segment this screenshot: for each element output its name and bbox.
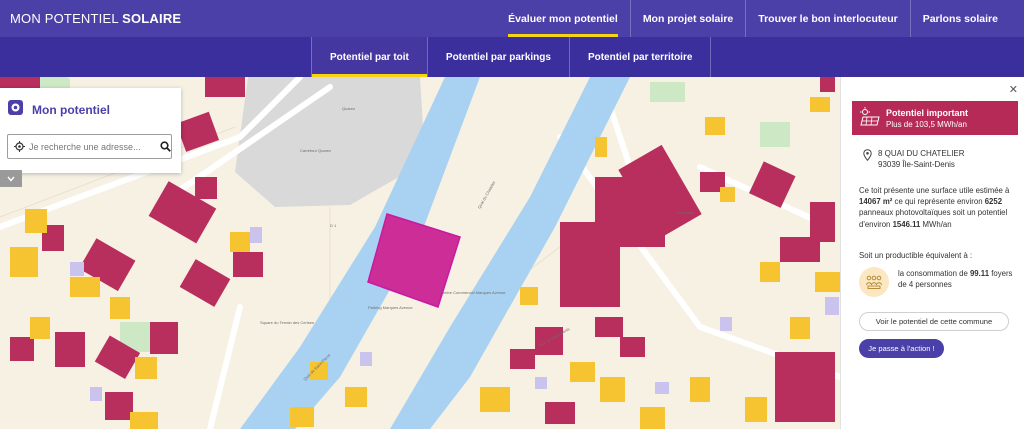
location-pin-icon bbox=[863, 148, 872, 170]
search-icon[interactable] bbox=[160, 141, 171, 152]
map-label-universite: Université bbox=[676, 210, 695, 215]
foyers-value: 99.11 bbox=[969, 269, 990, 278]
map-label-quarez: Quarez bbox=[342, 106, 355, 111]
desc-text-1: Ce toit présente une surface utile estim… bbox=[859, 186, 1010, 195]
brand-light-text: MON POTENTIEL bbox=[10, 11, 119, 26]
panels-value: 6252 bbox=[984, 197, 1003, 207]
main-nav: Évaluer mon potentiel Mon projet solaire… bbox=[496, 0, 1010, 37]
roof-description: Ce toit présente une surface utile estim… bbox=[859, 185, 1017, 230]
search-panel: Mon potentiel bbox=[0, 88, 181, 173]
brand-logo[interactable]: MON POTENTIEL SOLAIRE bbox=[10, 11, 181, 26]
sub-nav-bar: Potentiel par toit Potentiel par parking… bbox=[0, 37, 1024, 77]
nav-projet[interactable]: Mon projet solaire bbox=[631, 0, 747, 37]
potential-banner: Potentiel important Plus de 103,5 MWh/an bbox=[852, 101, 1018, 135]
potential-text: Potentiel important Plus de 103,5 MWh/an bbox=[886, 108, 968, 129]
roof-info-panel: ✕ Potentiel important Plus de 103,5 MWh/… bbox=[840, 77, 1024, 429]
search-box bbox=[7, 134, 172, 159]
potential-logo-icon bbox=[7, 99, 24, 121]
chevron-down-icon bbox=[7, 174, 15, 184]
nav-parlons[interactable]: Parlons solaire bbox=[911, 0, 1010, 37]
equivalent-label: Soit un productible équivalent à : bbox=[859, 251, 973, 260]
address-lines: 8 QUAI DU CHATELIER 93039 Île-Saint-Deni… bbox=[878, 148, 965, 170]
map-label-d1: D 1 bbox=[330, 223, 337, 228]
address-search-input[interactable] bbox=[29, 141, 146, 152]
map-label-square: Square du Terrain des Cerises bbox=[260, 320, 314, 325]
map-label-centre: Centre Commercial Marques Avenue bbox=[440, 290, 506, 295]
address-line-2: 93039 Île-Saint-Denis bbox=[878, 160, 955, 169]
tab-parkings[interactable]: Potentiel par parkings bbox=[426, 37, 569, 77]
map-label-parking: Parking Marques Avenue bbox=[368, 305, 413, 310]
sub-nav: Potentiel par toit Potentiel par parking… bbox=[311, 37, 712, 77]
nav-evaluer[interactable]: Évaluer mon potentiel bbox=[496, 0, 631, 37]
desc-text-2: ce qui représente environ bbox=[892, 197, 985, 207]
potential-title: Potentiel important bbox=[886, 107, 969, 118]
foyer-text-1: la consommation de bbox=[898, 269, 970, 278]
tab-territoire[interactable]: Potentiel par territoire bbox=[568, 37, 712, 77]
brand-bold-text: SOLAIRE bbox=[122, 11, 182, 26]
potential-subtitle: Plus de 103,5 MWh/an bbox=[886, 119, 967, 129]
locate-icon[interactable] bbox=[14, 141, 25, 152]
households-icon bbox=[859, 267, 889, 297]
households-text: la consommation de 99.11 foyers de 4 per… bbox=[898, 269, 1016, 290]
tab-toit[interactable]: Potentiel par toit bbox=[311, 37, 427, 77]
address-block: 8 QUAI DU CHATELIER 93039 Île-Saint-Deni… bbox=[863, 148, 965, 170]
desc-text-4: MWh/an bbox=[920, 219, 952, 229]
commune-potential-button[interactable]: Voir le potentiel de cette commune bbox=[859, 312, 1009, 331]
top-header: MON POTENTIEL SOLAIRE Évaluer mon potent… bbox=[0, 0, 1024, 37]
energy-value: 1546.11 bbox=[892, 219, 921, 229]
surface-value: 14067 m² bbox=[859, 197, 893, 207]
address-line-1: 8 QUAI DU CHATELIER bbox=[878, 149, 965, 158]
nav-interlocuteur[interactable]: Trouver le bon interlocuteur bbox=[746, 0, 911, 37]
close-icon[interactable]: ✕ bbox=[1009, 83, 1018, 96]
map-label-carrefour: Carrefour Quarez bbox=[300, 148, 331, 153]
search-title-row: Mon potentiel bbox=[7, 99, 110, 121]
solar-panel-icon bbox=[852, 107, 886, 129]
search-title: Mon potentiel bbox=[32, 103, 110, 117]
collapse-panel-button[interactable] bbox=[0, 170, 22, 187]
take-action-button[interactable]: Je passe à l'action ! bbox=[859, 339, 944, 358]
